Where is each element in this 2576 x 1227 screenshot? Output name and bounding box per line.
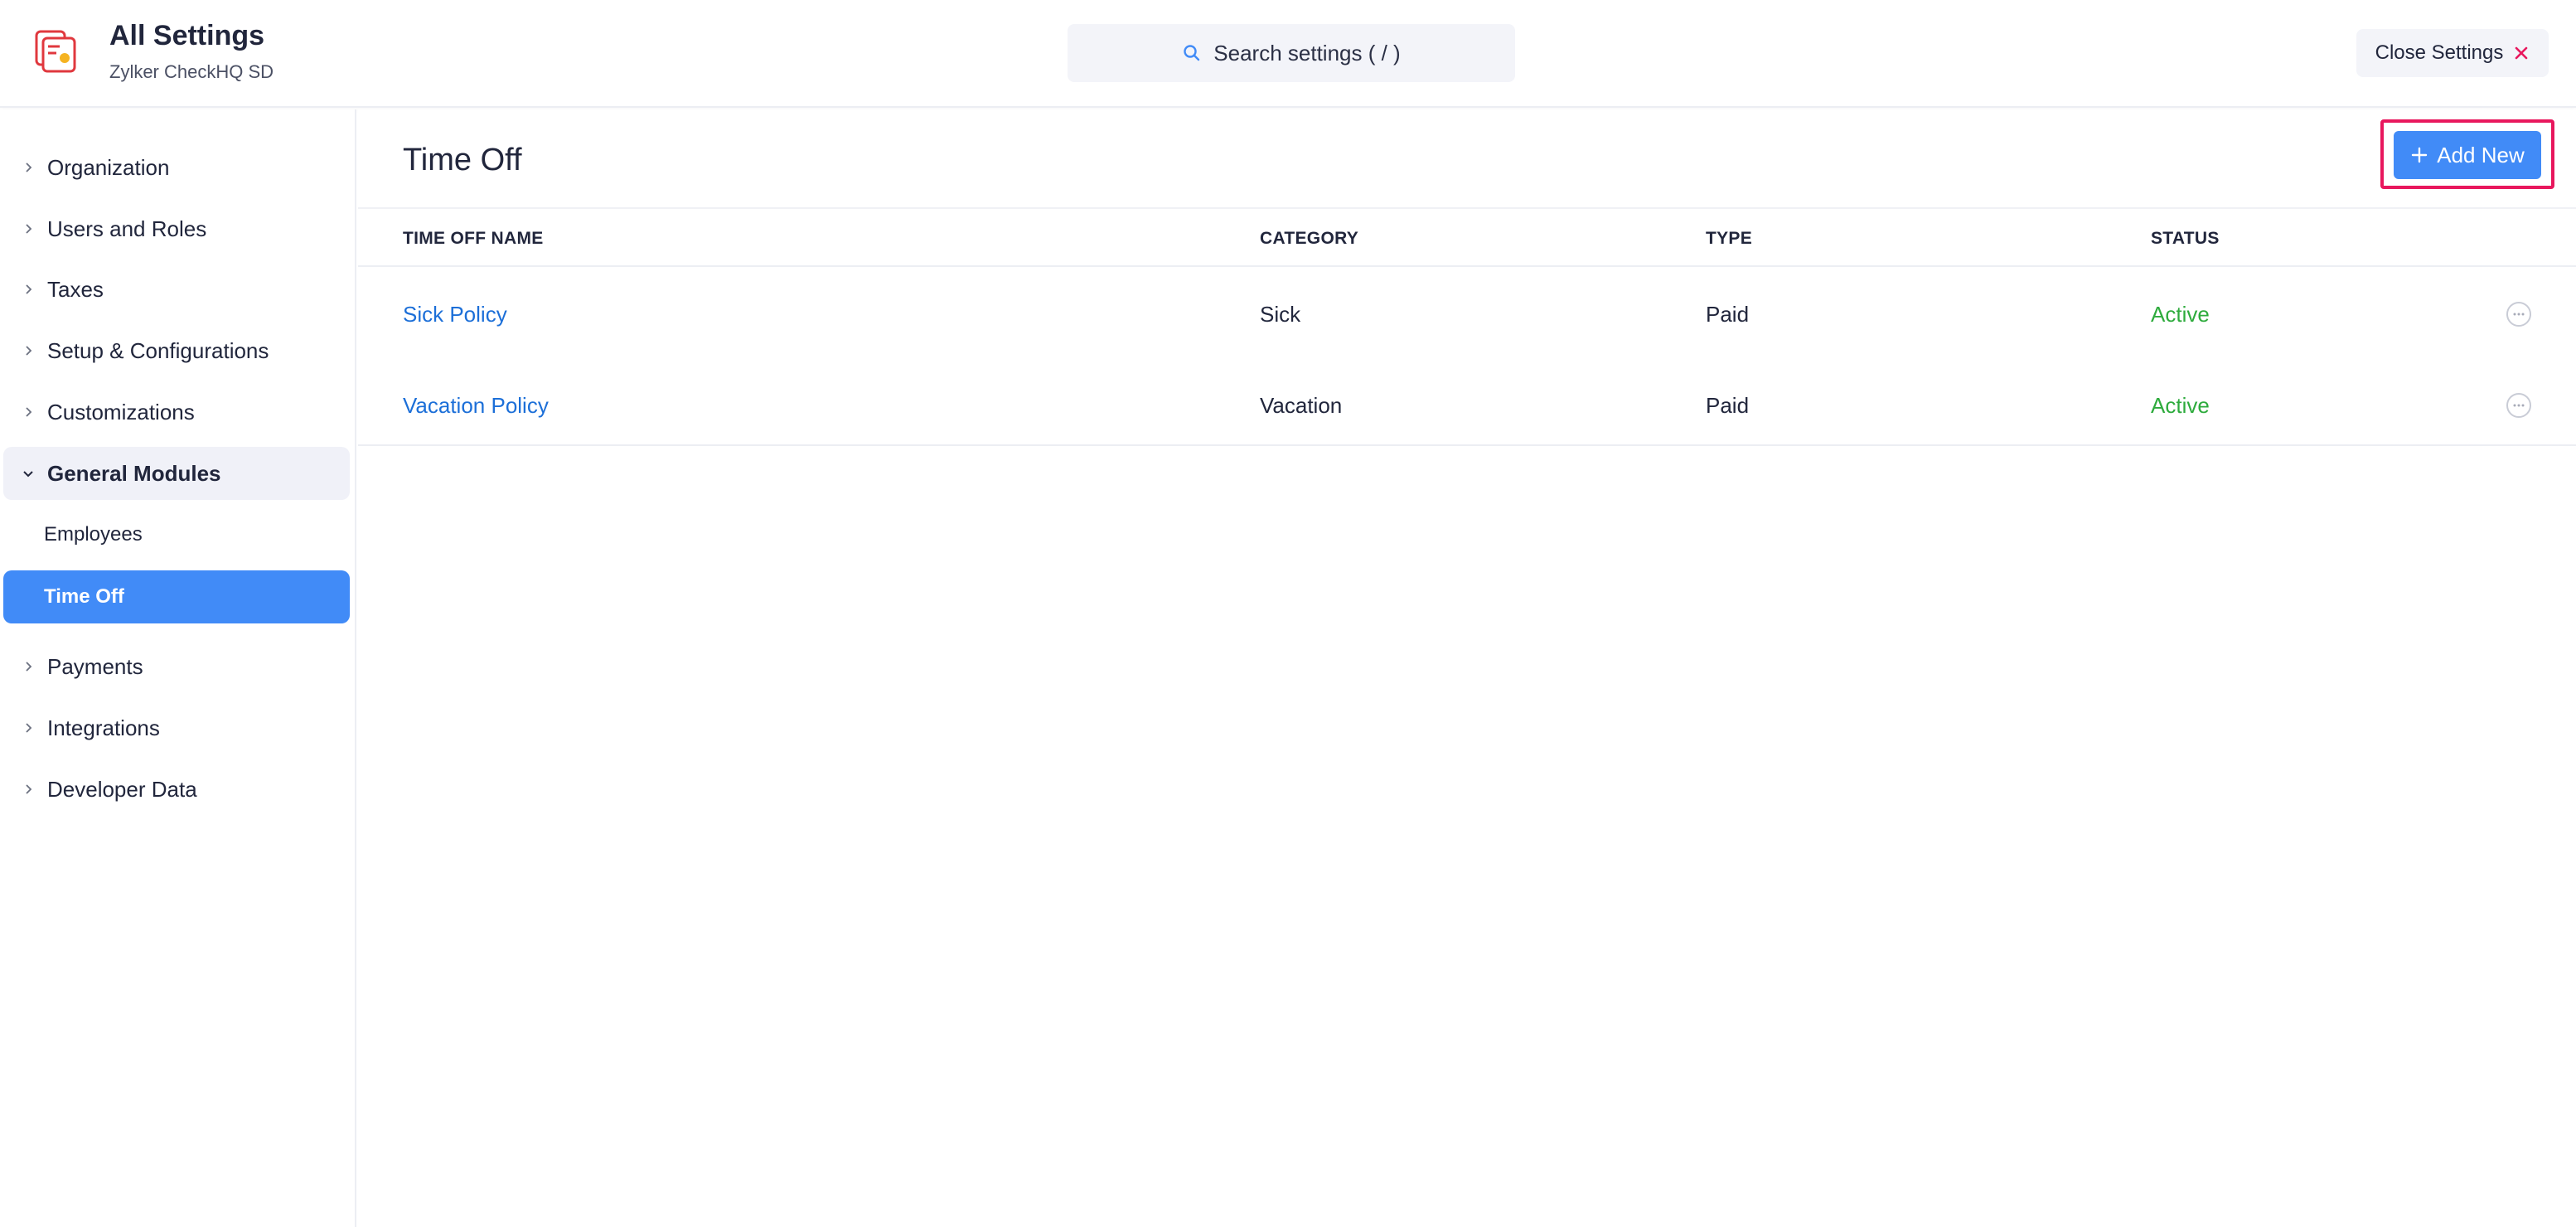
sidebar-subitem-employees[interactable]: Employees	[3, 508, 350, 561]
sidebar-item-customizations[interactable]: Customizations	[3, 386, 350, 439]
sidebar-item-label: Payments	[47, 653, 143, 679]
chevron-right-icon	[26, 162, 32, 172]
search-input[interactable]: Search settings ( / )	[1068, 24, 1515, 82]
chevron-right-icon	[26, 346, 32, 356]
page-title: Time Off	[403, 143, 522, 177]
add-new-button[interactable]: Add New	[2394, 131, 2541, 179]
sidebar-item-developer-data[interactable]: Developer Data	[3, 763, 350, 816]
table-header: TIME OFF NAME CATEGORY TYPE STATUS	[358, 207, 2576, 267]
sidebar-item-label: Setup & Configurations	[47, 337, 269, 363]
close-settings-button[interactable]: Close Settings	[2356, 29, 2549, 77]
sidebar-item-integrations[interactable]: Integrations	[3, 701, 350, 754]
time-off-name-link[interactable]: Vacation Policy	[403, 393, 549, 419]
sidebar-item-label: General Modules	[47, 460, 221, 486]
app-logo-icon	[31, 28, 78, 75]
type-cell: Paid	[1706, 393, 1750, 418]
sidebar-item-organization[interactable]: Organization	[3, 141, 350, 194]
sidebar-subitem-label: Employees	[44, 523, 143, 546]
chevron-right-icon	[26, 224, 32, 234]
sidebar-item-label: Developer Data	[47, 776, 197, 802]
column-header-type: TYPE	[1706, 229, 1753, 248]
chevron-right-icon	[26, 284, 32, 294]
more-options-icon[interactable]	[2506, 302, 2531, 327]
app-title: All Settings	[109, 20, 265, 51]
organization-name: Zylker CheckHQ SD	[109, 61, 274, 82]
sidebar-item-label: Organization	[47, 154, 170, 180]
type-cell: Paid	[1706, 302, 1750, 327]
chevron-down-icon	[23, 471, 33, 478]
table-divider	[358, 444, 2576, 446]
search-icon	[1184, 45, 1200, 61]
more-options-icon[interactable]	[2506, 393, 2531, 418]
top-bar: All Settings Zylker CheckHQ SD Search se…	[0, 0, 2576, 108]
main-content: Time Off Add New TIME OFF NAME CATEGORY …	[358, 109, 2576, 1227]
column-header-status: STATUS	[2151, 229, 2220, 248]
settings-sidebar: Organization Users and Roles Taxes Setup…	[0, 109, 356, 1227]
status-badge: Active	[2151, 302, 2210, 327]
sidebar-item-label: Integrations	[47, 715, 160, 740]
sidebar-item-label: Taxes	[47, 276, 104, 302]
sidebar-item-users-and-roles[interactable]: Users and Roles	[3, 202, 350, 255]
column-header-category: CATEGORY	[1260, 229, 1359, 248]
sidebar-item-taxes[interactable]: Taxes	[3, 263, 350, 316]
column-header-name: TIME OFF NAME	[403, 229, 544, 248]
category-cell: Vacation	[1260, 393, 1343, 418]
status-badge: Active	[2151, 393, 2210, 418]
table-row[interactable]: Sick Policy Sick Paid Active	[358, 269, 2576, 360]
plus-icon	[2412, 147, 2428, 163]
close-settings-label: Close Settings	[2375, 41, 2504, 64]
sidebar-subitem-label: Time Off	[44, 585, 124, 608]
chevron-right-icon	[26, 784, 32, 794]
sidebar-item-label: Customizations	[47, 399, 195, 424]
chevron-right-icon	[26, 662, 32, 672]
category-cell: Sick	[1260, 302, 1301, 327]
sidebar-item-general-modules[interactable]: General Modules	[3, 447, 350, 500]
time-off-name-link[interactable]: Sick Policy	[403, 302, 507, 327]
sidebar-subitem-time-off[interactable]: Time Off	[3, 570, 350, 623]
chevron-right-icon	[26, 723, 32, 733]
sidebar-item-label: Users and Roles	[47, 216, 207, 241]
search-placeholder: Search settings ( / )	[1213, 40, 1401, 65]
chevron-right-icon	[26, 407, 32, 417]
sidebar-item-payments[interactable]: Payments	[3, 640, 350, 693]
add-new-label: Add New	[2437, 142, 2525, 167]
table-row[interactable]: Vacation Policy Vacation Paid Active	[358, 360, 2576, 451]
sidebar-item-setup-configurations[interactable]: Setup & Configurations	[3, 324, 350, 377]
close-icon	[2515, 46, 2528, 60]
